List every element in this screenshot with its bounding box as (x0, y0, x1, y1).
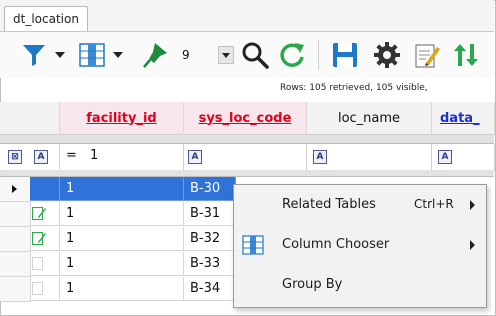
column-header-loc-name[interactable]: loc_name (307, 102, 432, 135)
filter-cell-data[interactable]: A (432, 144, 495, 171)
settings-button[interactable] (372, 40, 402, 70)
row-indicator (0, 227, 31, 252)
row-state-cell (30, 227, 60, 251)
text-filter-icon: A (34, 150, 48, 164)
text-filter-icon: A (188, 150, 202, 164)
count-dropdown[interactable]: 9 (178, 46, 234, 64)
refresh-icon (280, 43, 304, 67)
pin-button[interactable] (140, 41, 170, 69)
menu-item-group-by[interactable]: Group By (234, 265, 486, 305)
gear-icon (374, 42, 400, 68)
filter-cell-loc-name[interactable]: A (307, 144, 432, 171)
column-chooser-icon (242, 235, 264, 255)
column-header-data[interactable]: data_ (432, 102, 495, 135)
menu-item-label: Group By (282, 277, 343, 292)
header-separator (0, 135, 494, 144)
filter-operator: = (66, 148, 77, 163)
row-indicator (0, 177, 31, 202)
count-value: 9 (182, 48, 190, 62)
sort-icon (454, 44, 478, 66)
edited-row-icon (32, 232, 46, 245)
sort-button[interactable] (452, 40, 482, 70)
cell-sys-loc-code[interactable]: B-31 (184, 202, 236, 226)
row-state-cell (30, 277, 60, 301)
clear-filter-icon: ⊠ (8, 150, 22, 164)
row-indicator-header (0, 102, 31, 135)
refresh-button[interactable] (277, 40, 307, 70)
column-chooser-button[interactable] (78, 42, 106, 68)
menu-item-related-tables[interactable]: Related Tables Ctrl+R (234, 185, 486, 225)
tab-dt-location[interactable]: dt_location (4, 6, 88, 31)
cell-facility-id[interactable]: 1 (60, 202, 184, 226)
edit-indicator-header (30, 102, 60, 135)
edit-button[interactable] (412, 40, 442, 70)
column-header-facility-id[interactable]: facility_id (60, 102, 184, 135)
filter-row-selector[interactable]: ⊠ (0, 144, 31, 171)
cell-sys-loc-code[interactable]: B-32 (184, 227, 236, 251)
filter-value: 1 (90, 148, 99, 163)
cell-facility-id[interactable]: 1 (60, 177, 184, 201)
text-filter-icon: A (438, 150, 452, 164)
edited-row-icon (32, 207, 46, 220)
filter-cell-edit[interactable]: A (30, 144, 60, 171)
row-indicator (0, 252, 31, 277)
filter-cell-sys-loc-code[interactable]: A (184, 144, 307, 171)
menu-item-shortcut: Ctrl+R (414, 197, 454, 211)
save-button[interactable] (330, 40, 360, 70)
toolbar-separator (318, 40, 319, 70)
filter-button[interactable] (20, 41, 48, 69)
text-filter-icon: A (313, 150, 327, 164)
filter-dropdown-arrow[interactable] (54, 51, 66, 59)
current-row-arrow-icon (12, 185, 17, 193)
search-icon (242, 42, 269, 69)
column-header-sys-loc-code[interactable]: sys_loc_code (184, 102, 307, 135)
columns-dropdown-arrow[interactable] (112, 51, 124, 59)
chevron-down-icon (55, 52, 65, 58)
unedited-row-icon (32, 282, 43, 295)
toolbar: 9 (0, 32, 494, 78)
cell-sys-loc-code[interactable]: B-34 (184, 277, 236, 301)
menu-item-column-chooser[interactable]: Column Chooser (234, 225, 486, 265)
row-indicator (0, 202, 31, 227)
cell-facility-id[interactable]: 1 (60, 227, 184, 251)
context-menu: Related Tables Ctrl+R Column Chooser Gro… (233, 184, 487, 308)
row-state-cell (30, 177, 60, 201)
row-indicator (0, 277, 31, 302)
submenu-arrow-icon (470, 240, 475, 250)
cell-facility-id[interactable]: 1 (60, 252, 184, 276)
row-state-cell (30, 252, 60, 276)
menu-item-label: Related Tables (282, 197, 376, 212)
save-icon (333, 43, 357, 67)
column-chooser-icon (79, 43, 105, 67)
tab-strip: dt_location (0, 0, 494, 32)
chevron-down-icon (113, 52, 123, 58)
row-count-status: Rows: 105 retrieved, 105 visible, (280, 83, 428, 93)
funnel-icon (23, 45, 45, 66)
cell-facility-id[interactable]: 1 (60, 277, 184, 301)
pin-icon (143, 43, 167, 68)
cell-sys-loc-code[interactable]: B-30 (184, 177, 236, 201)
count-dropdown-button[interactable] (217, 46, 234, 64)
chevron-down-icon (221, 52, 230, 58)
row-state-cell (30, 202, 60, 226)
cell-sys-loc-code[interactable]: B-33 (184, 252, 236, 276)
filter-separator (0, 170, 494, 177)
menu-item-label: Column Chooser (282, 237, 390, 252)
edit-icon (415, 44, 440, 68)
unedited-row-icon (32, 257, 43, 270)
filter-cell-facility-id[interactable]: = 1 (60, 144, 184, 171)
submenu-arrow-icon (470, 200, 475, 210)
search-button[interactable] (240, 40, 270, 70)
